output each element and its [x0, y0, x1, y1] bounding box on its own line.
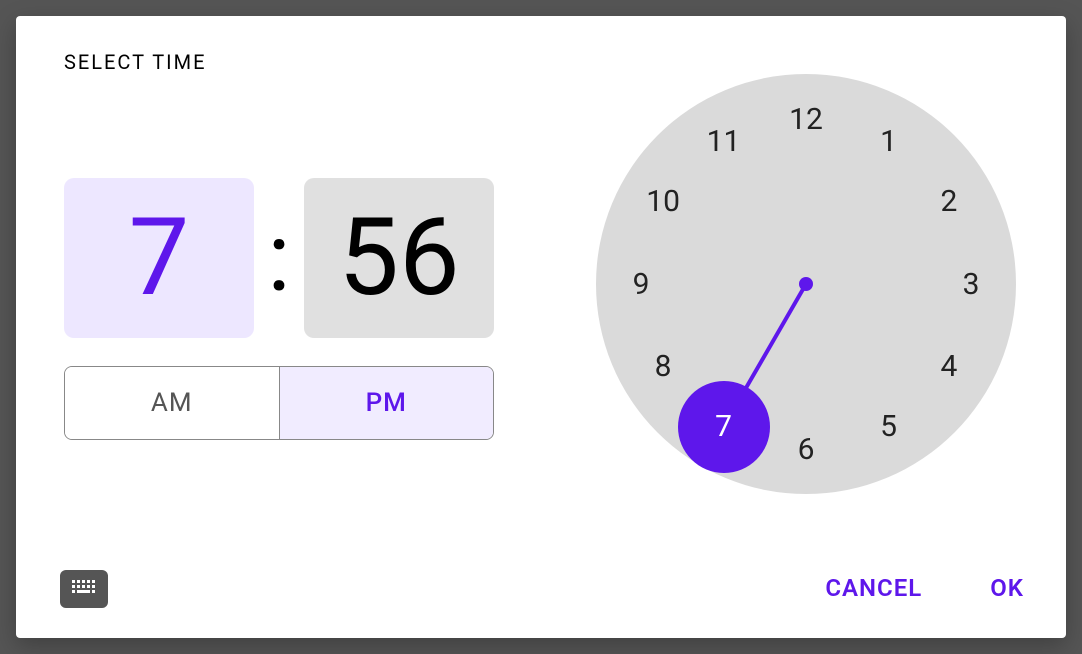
clock-hour-3[interactable]: 3 [951, 264, 991, 304]
period-pm-button[interactable]: PM [279, 367, 494, 439]
minute-field[interactable]: 56 [304, 178, 494, 338]
keyboard-icon [69, 577, 99, 601]
clock-hour-5[interactable]: 5 [869, 407, 909, 447]
clock-face[interactable]: 7 121234567891011 [596, 74, 1016, 494]
time-separator: : [254, 202, 304, 314]
clock-hour-11[interactable]: 11 [704, 121, 744, 161]
dialog-title: SELECT TIME [64, 50, 206, 74]
clock-selection-thumb[interactable]: 7 [678, 381, 770, 473]
clock-hour-2[interactable]: 2 [929, 182, 969, 222]
clock-hour-6[interactable]: 6 [786, 429, 826, 469]
clock-hour-1[interactable]: 1 [869, 121, 909, 161]
time-picker-dialog: SELECT TIME 7 : 56 AM PM 7 1212345678910… [16, 16, 1066, 638]
clock-hour-4[interactable]: 4 [929, 347, 969, 387]
time-display: 7 : 56 [64, 178, 494, 338]
period-am-button[interactable]: AM [65, 367, 279, 439]
cancel-button[interactable]: CANCEL [815, 568, 932, 608]
clock-hour-12[interactable]: 12 [786, 99, 826, 139]
clock-center-dot [799, 277, 813, 291]
dialog-actions: CANCEL OK [815, 568, 1034, 608]
hour-field[interactable]: 7 [64, 178, 254, 338]
clock-hour-8[interactable]: 8 [643, 347, 683, 387]
clock-hour-9[interactable]: 9 [621, 264, 661, 304]
period-toggle: AM PM [64, 366, 494, 440]
ok-button[interactable]: OK [980, 568, 1034, 608]
clock-hour-10[interactable]: 10 [643, 182, 683, 222]
keyboard-input-button[interactable] [60, 570, 108, 608]
